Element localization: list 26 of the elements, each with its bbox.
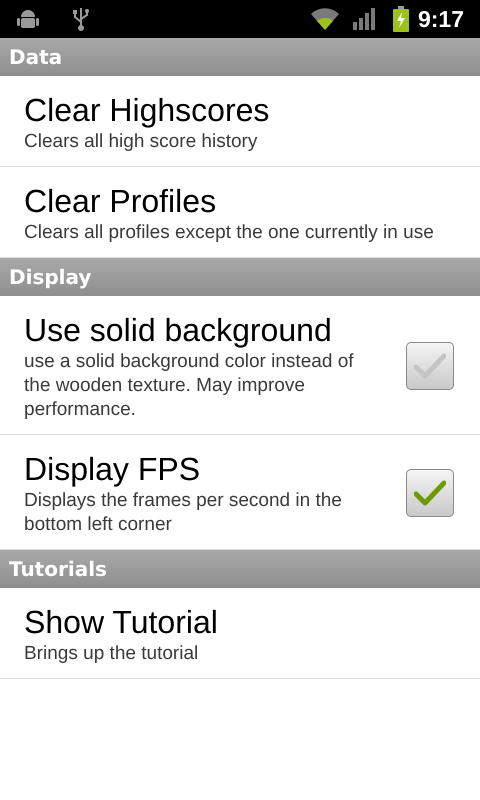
preference-item[interactable]: Show Tutorial Brings up the tutorial bbox=[0, 588, 480, 679]
preference-item[interactable]: Clear Highscores Clears all high score history bbox=[0, 76, 480, 167]
signal-icon bbox=[352, 7, 376, 31]
preference-title: Clear Highscores bbox=[24, 91, 270, 130]
usb-icon bbox=[72, 6, 90, 32]
wifi-icon bbox=[310, 7, 340, 31]
battery-icon bbox=[392, 6, 410, 32]
preference-item[interactable]: Use solid background use a solid background color instead of the wooden texture. May improve performance. bbox=[0, 296, 480, 435]
checkbox[interactable] bbox=[406, 342, 454, 390]
preference-title: Display FPS bbox=[24, 450, 202, 489]
android-robot-icon bbox=[16, 8, 40, 30]
checkbox[interactable] bbox=[406, 469, 454, 517]
faint-check-icon bbox=[414, 353, 446, 379]
clock-time: 9:17 bbox=[418, 4, 464, 34]
preference-title: Show Tutorial bbox=[24, 603, 219, 642]
preference-summary: Displays the frames per second in the bottom left corner bbox=[24, 489, 343, 537]
check-icon bbox=[414, 480, 446, 506]
preference-summary: Brings up the tutorial bbox=[24, 642, 200, 666]
preference-summary: Clears all profiles except the one currently in use bbox=[24, 221, 435, 245]
preference-summary: use a solid background color instead of the wooden texture. May improve performance. bbox=[24, 350, 355, 422]
section-title: Display bbox=[9, 264, 92, 291]
preference-summary: Clears all high score history bbox=[24, 130, 258, 154]
section-title: Tutorials bbox=[9, 556, 107, 583]
preference-title: Use solid background bbox=[24, 311, 333, 350]
section-title: Data bbox=[9, 44, 62, 71]
preference-title: Clear Profiles bbox=[24, 182, 218, 221]
